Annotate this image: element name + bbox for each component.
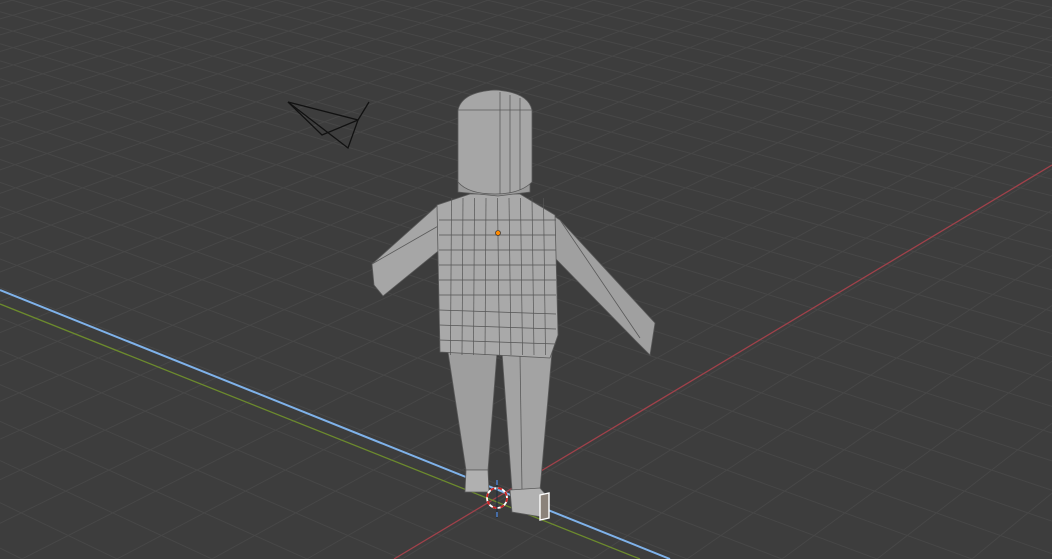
grid-line xyxy=(0,0,489,171)
grid-line xyxy=(0,460,213,559)
grid-line xyxy=(0,0,278,88)
grid-line xyxy=(697,0,1052,78)
viewport-canvas[interactable] xyxy=(0,0,1052,559)
grid-line xyxy=(0,0,331,107)
grid-line xyxy=(0,0,14,5)
grid-line xyxy=(116,0,1052,251)
object-origin xyxy=(495,230,501,236)
grid-line xyxy=(0,0,119,36)
grid-line xyxy=(686,305,1052,559)
grid-line xyxy=(781,360,1052,559)
left-leg xyxy=(447,351,498,471)
grid-line xyxy=(1014,0,1052,8)
head xyxy=(457,89,533,195)
grid-line xyxy=(0,0,66,20)
grid-line xyxy=(0,547,23,559)
grid-line xyxy=(0,0,383,128)
grid-line xyxy=(856,0,1052,42)
3d-viewport[interactable] xyxy=(0,0,1052,559)
grid-line xyxy=(306,130,1052,559)
grid-line xyxy=(486,0,1052,133)
grid-line xyxy=(645,0,1052,92)
grid-line xyxy=(222,0,1052,214)
grid-line xyxy=(0,0,859,367)
foot-selected-face xyxy=(539,492,550,521)
grid-line xyxy=(0,384,403,559)
grid-line xyxy=(0,420,308,559)
left-foot xyxy=(464,469,490,493)
grid-line xyxy=(0,502,118,559)
grid-line xyxy=(591,255,1052,559)
grid-line xyxy=(0,0,753,302)
grid-line xyxy=(962,0,1052,19)
